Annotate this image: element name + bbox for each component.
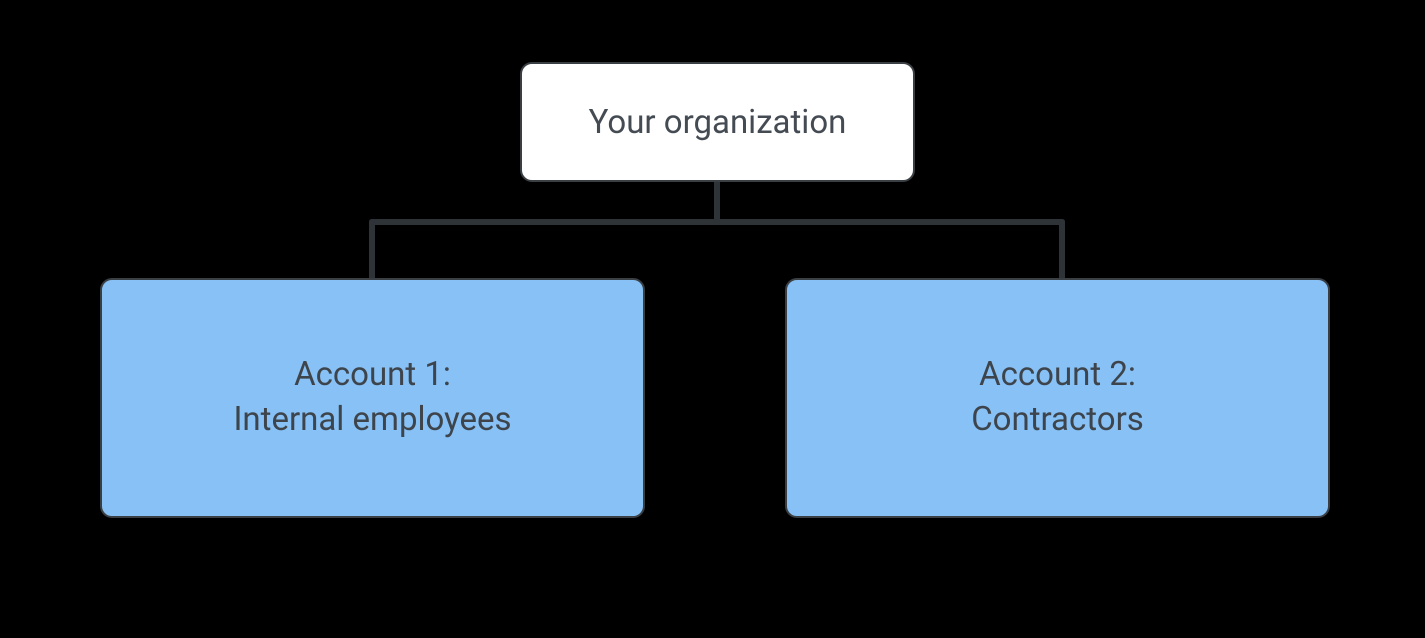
child-node-account-1-line1: Account 1: — [294, 353, 451, 398]
org-hierarchy-diagram: Your organization Account 1: Internal em… — [0, 0, 1425, 638]
child-node-account-1: Account 1: Internal employees — [100, 278, 645, 518]
child-node-account-1-line2: Internal employees — [233, 398, 511, 443]
root-node-label: Your organization — [589, 103, 847, 142]
root-node-organization: Your organization — [520, 62, 915, 182]
child-node-account-2-line2: Contractors — [971, 398, 1144, 443]
child-node-account-2-line1: Account 2: — [979, 353, 1136, 398]
child-node-account-2: Account 2: Contractors — [785, 278, 1330, 518]
